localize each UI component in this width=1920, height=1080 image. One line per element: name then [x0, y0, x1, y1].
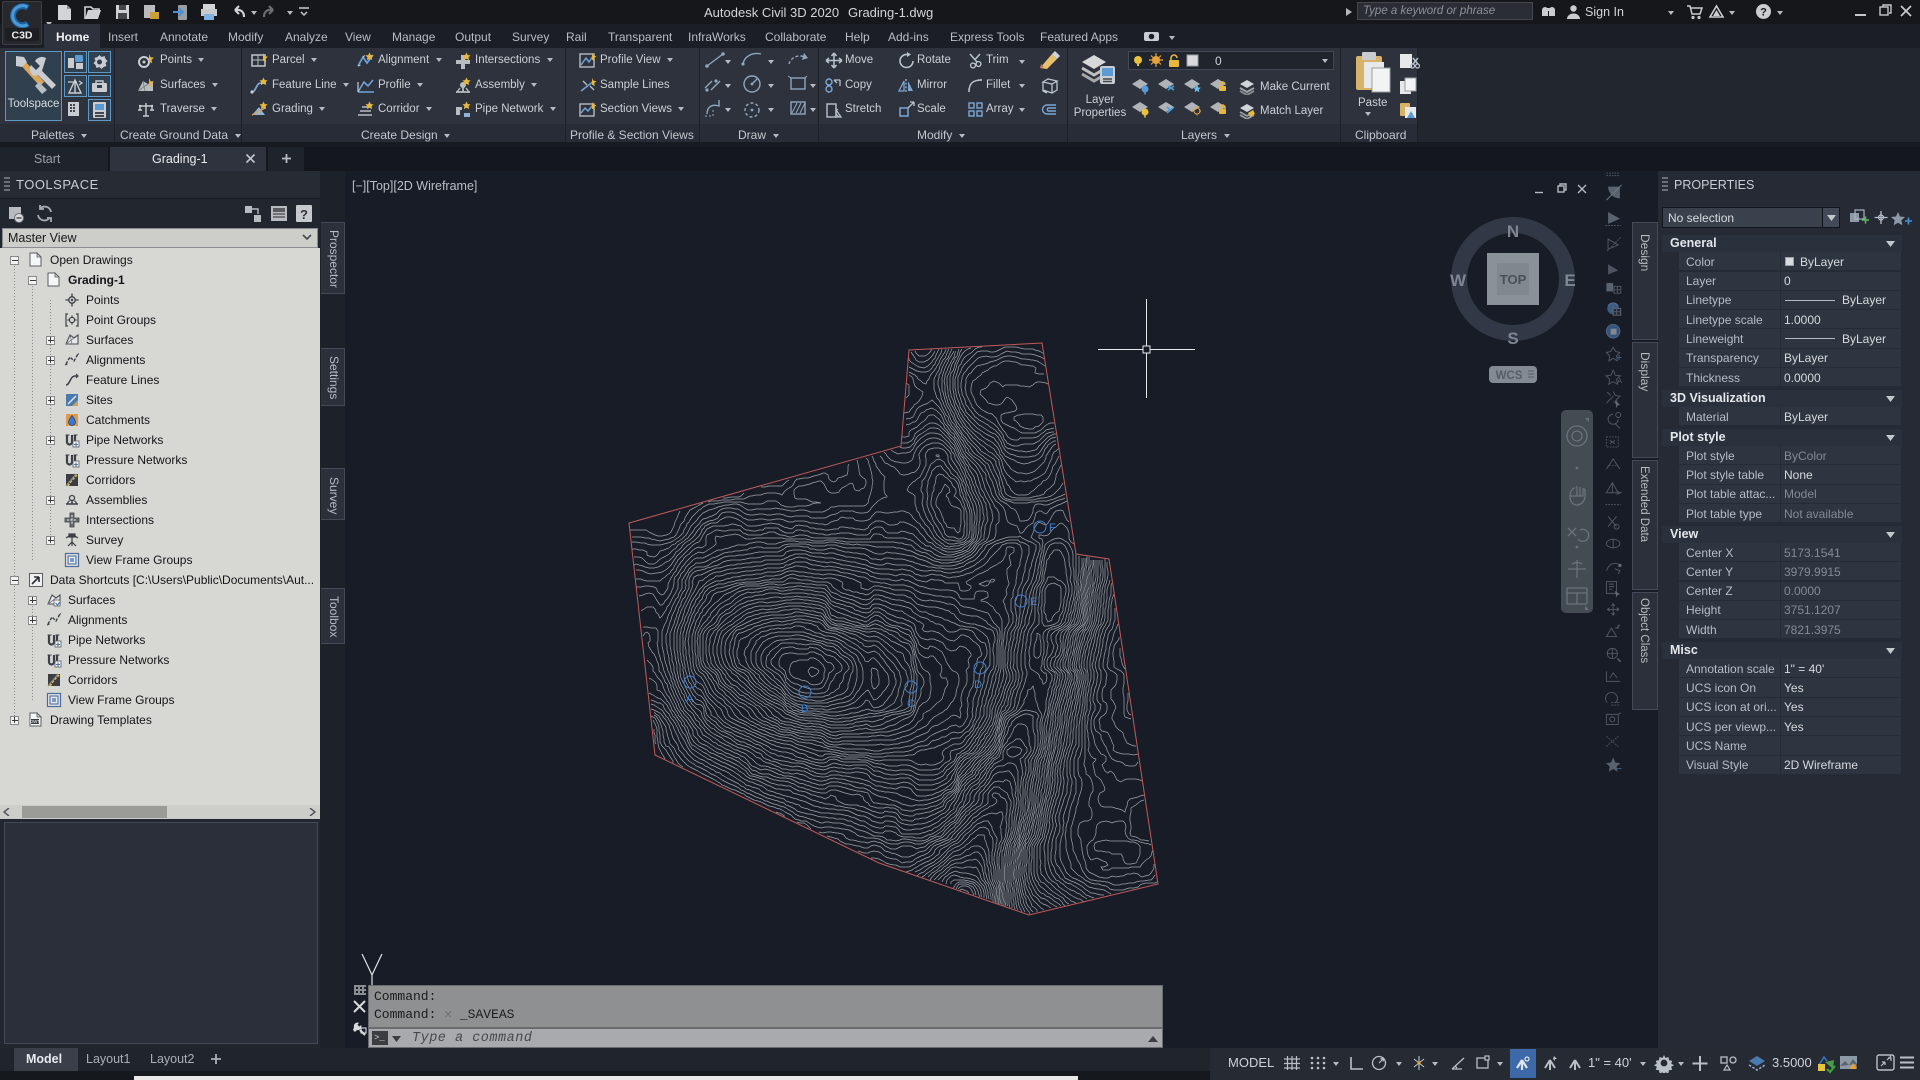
svg-text:[−][Top][2D Wireframe]: [−][Top][2D Wireframe]: [352, 179, 477, 193]
svg-text:W: W: [1450, 271, 1467, 290]
svg-text:E: E: [1564, 271, 1575, 290]
svg-text:F: F: [1049, 522, 1056, 534]
svg-text:A: A: [1617, 378, 1622, 385]
svg-text:B: B: [801, 703, 808, 715]
svg-text:TOP: TOP: [1500, 272, 1527, 287]
svg-text:E: E: [1030, 596, 1037, 608]
svg-text:N: N: [1507, 222, 1519, 241]
svg-text:A: A: [686, 693, 694, 705]
svg-text:?: ?: [300, 207, 308, 222]
svg-text:C: C: [907, 698, 915, 710]
svg-text:D: D: [974, 679, 982, 691]
svg-text:C3D: C3D: [11, 30, 32, 42]
svg-text:DWT: DWT: [30, 719, 40, 724]
svg-text:S: S: [1507, 329, 1518, 348]
svg-text:?: ?: [1760, 7, 1767, 19]
svg-text:WCS: WCS: [1496, 370, 1523, 382]
svg-text:!: !: [1856, 1065, 1858, 1071]
